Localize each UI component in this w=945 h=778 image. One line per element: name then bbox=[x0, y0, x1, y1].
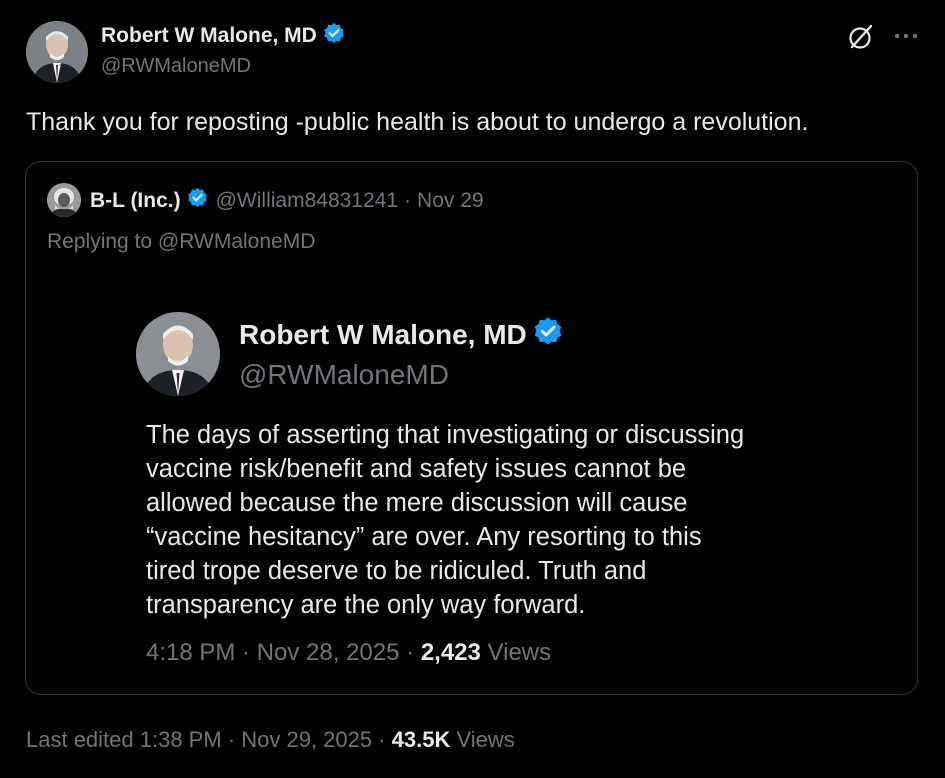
replying-to[interactable]: Replying to @RWMaloneMD bbox=[47, 230, 315, 254]
screenshot-line: tired trope deserve to be ridiculed. Tru… bbox=[146, 557, 647, 585]
screenshot-author-name-text: Robert W Malone, MD bbox=[239, 318, 527, 350]
quoted-post-card[interactable]: B-L (Inc.) @William84831241 · Nov 29 Rep… bbox=[25, 161, 918, 695]
screenshot-line: vaccine risk/benefit and safety issues c… bbox=[146, 455, 687, 483]
more-icon[interactable] bbox=[892, 24, 920, 48]
views-label: Views bbox=[456, 727, 515, 752]
screenshot-line: transparency are the only way forward. bbox=[146, 591, 586, 619]
meta-separator: · bbox=[404, 188, 412, 212]
verified-badge-icon bbox=[187, 187, 208, 214]
grok-icon[interactable] bbox=[846, 22, 876, 52]
author-name[interactable]: Robert W Malone, MD bbox=[101, 22, 345, 50]
screenshot-line: allowed because the mere discussion will… bbox=[146, 489, 688, 517]
screenshot-meta: 4:18 PM · Nov 28, 2025 · 2,423 Views bbox=[146, 639, 551, 667]
screenshot-body: The days of asserting that investigating… bbox=[146, 418, 846, 622]
screenshot-views-count: 2,423 bbox=[420, 639, 481, 666]
post-meta: Last edited 1:38 PM · Nov 29, 2025 · 43.… bbox=[26, 727, 515, 753]
quote-author-avatar[interactable] bbox=[47, 183, 81, 217]
screenshot-author-avatar bbox=[136, 312, 220, 396]
author-handle[interactable]: @RWMaloneMD bbox=[101, 55, 251, 78]
screenshot-author-handle: @RWMaloneMD bbox=[239, 359, 449, 390]
quote-author-name[interactable]: B-L (Inc.) bbox=[90, 189, 181, 213]
screenshot-time: 4:18 PM · Nov 28, 2025 · bbox=[146, 639, 415, 666]
verified-badge-icon bbox=[323, 22, 345, 50]
quote-date[interactable]: Nov 29 bbox=[417, 189, 484, 213]
quote-header: B-L (Inc.) @William84831241 · Nov 29 bbox=[90, 187, 484, 214]
screenshot-author-name: Robert W Malone, MD bbox=[239, 316, 563, 353]
last-edited-timestamp[interactable]: Last edited 1:38 PM · Nov 29, 2025 · bbox=[26, 727, 386, 752]
views-count: 43.5K bbox=[391, 727, 451, 752]
screenshot-line: The days of asserting that investigating… bbox=[146, 421, 745, 449]
author-name-text: Robert W Malone, MD bbox=[101, 24, 317, 47]
post-text: Thank you for reposting -public health i… bbox=[26, 108, 809, 136]
author-avatar[interactable] bbox=[26, 21, 88, 83]
verified-badge-icon bbox=[533, 316, 563, 353]
quote-author-handle[interactable]: @William84831241 bbox=[216, 189, 398, 213]
screenshot-line: “vaccine hesitancy” are over. Any resort… bbox=[146, 523, 702, 551]
screenshot-views-label: Views bbox=[487, 639, 552, 666]
